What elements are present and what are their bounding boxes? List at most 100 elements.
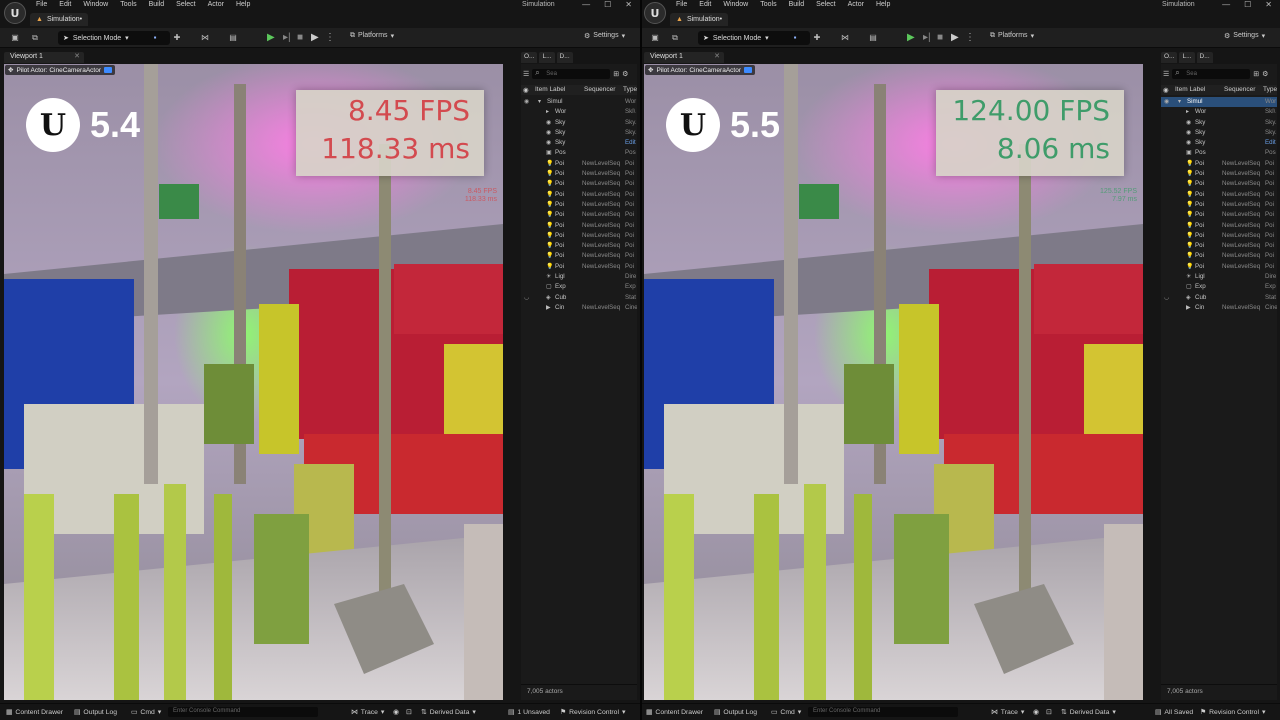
outliner-row[interactable]: 💡 Poi NewLevelSeq Poi [1161, 221, 1277, 231]
outliner-row[interactable]: ◉ Sky Sky. [1161, 118, 1277, 128]
save-status[interactable]: ▤ 1 Unsaved [508, 708, 550, 717]
outliner-row[interactable]: ◉ Sky Sky. [521, 118, 637, 128]
outliner-row[interactable]: 💡 Poi NewLevelSeq Poi [1161, 231, 1277, 241]
outliner-row[interactable]: 💡 Poi NewLevelSeq Poi [521, 262, 637, 272]
column-item-label[interactable]: Item Label [535, 86, 565, 93]
record-icon[interactable]: ◉ [1033, 708, 1039, 716]
outliner-row[interactable]: 💡 Poi NewLevelSeq Poi [521, 231, 637, 241]
outliner-row[interactable]: 💡 Poi NewLevelSeq Poi [1161, 251, 1277, 261]
menu-help[interactable]: Help [236, 1, 250, 8]
outliner-row[interactable]: ◡ ◈ Cub Stat [521, 293, 637, 303]
outliner-row[interactable]: ◉ Sky Edit [1161, 138, 1277, 148]
tab-details[interactable]: D... [556, 52, 573, 63]
camera-icon[interactable] [744, 67, 752, 73]
tab-outliner[interactable]: O... [521, 52, 538, 63]
outliner-row[interactable]: 💡 Poi NewLevelSeq Poi [521, 251, 637, 261]
play-icon[interactable]: ▶ [907, 32, 915, 43]
add-folder-icon[interactable]: ⊞ [1253, 70, 1259, 78]
menu-help[interactable]: Help [876, 1, 890, 8]
outliner-row[interactable]: 💡 Poi NewLevelSeq Poi [521, 221, 637, 231]
outliner-row[interactable]: ◉ Sky Sky. [521, 128, 637, 138]
outliner-row[interactable]: ☀ Ligl Dire [1161, 272, 1277, 282]
gear-icon[interactable]: ⚙ [622, 70, 628, 78]
step-icon[interactable]: ▸| [923, 32, 931, 43]
outliner-row[interactable]: 💡 Poi NewLevelSeq Poi [1161, 159, 1277, 169]
eye-icon[interactable]: ◉ [523, 86, 529, 94]
more-options-icon[interactable]: ⋮ [965, 32, 975, 43]
browse-icon[interactable]: ⧉ [30, 33, 40, 43]
column-sequencer[interactable]: Sequencer [1224, 86, 1255, 93]
step-icon[interactable]: ▸| [283, 32, 291, 43]
cmd-button[interactable]: ▭ Cmd ▾ [771, 708, 801, 717]
tab-outliner[interactable]: O... [1161, 52, 1178, 63]
column-sequencer[interactable]: Sequencer [584, 86, 615, 93]
play-options-icon[interactable]: ▶ [311, 32, 319, 43]
outliner-row[interactable]: 💡 Poi NewLevelSeq Poi [1161, 190, 1277, 200]
outliner-row[interactable]: 💡 Poi NewLevelSeq Poi [521, 210, 637, 220]
outliner-row[interactable]: 💡 Poi NewLevelSeq Poi [1161, 200, 1277, 210]
viewport-tab[interactable]: Viewport 1 ✕ [644, 52, 724, 63]
outliner-row[interactable]: ▶ Cin NewLevelSeq Cine [521, 303, 637, 313]
unreal-logo-icon[interactable]: U [644, 2, 666, 24]
blueprint-icon[interactable]: ⋈ [200, 33, 210, 43]
save-icon[interactable]: ▣ [10, 33, 20, 43]
tab-layers[interactable]: L... [539, 52, 555, 63]
browse-icon[interactable]: ⧉ [670, 33, 680, 43]
screenshot-icon[interactable]: ⊡ [1046, 708, 1052, 716]
menu-actor[interactable]: Actor [848, 1, 864, 8]
viewport[interactable]: ✥ Pilot Actor: CineCameraActor U 5.4 8.4… [4, 64, 503, 700]
outliner-row[interactable]: ▣ Pos Pos [1161, 148, 1277, 158]
outliner-row[interactable]: ▸ Wor Skl\ [521, 107, 637, 117]
platforms-button[interactable]: ⧉ Platforms ▾ [990, 32, 1034, 40]
close-icon[interactable]: ✕ [625, 0, 632, 9]
outliner-row[interactable]: 💡 Poi NewLevelSeq Poi [1161, 210, 1277, 220]
content-drawer-button[interactable]: ▦ Content Drawer [646, 708, 703, 717]
platforms-button[interactable]: ⧉ Platforms ▾ [350, 32, 394, 40]
search-input[interactable]: Sea [532, 68, 611, 79]
visibility-icon[interactable]: ◡ [1164, 294, 1169, 301]
settings-button[interactable]: ⚙ Settings ▾ [584, 32, 625, 40]
console-input[interactable]: Enter Console Command [168, 707, 318, 717]
maximize-icon[interactable]: ☐ [1244, 0, 1251, 9]
record-icon[interactable]: ◉ [393, 708, 399, 716]
close-icon[interactable]: ✕ [1265, 0, 1272, 9]
menu-edit[interactable]: Edit [59, 1, 71, 8]
settings-button[interactable]: ⚙ Settings ▾ [1224, 32, 1265, 40]
outliner-row[interactable]: 💡 Poi NewLevelSeq Poi [1161, 241, 1277, 251]
outliner-row[interactable]: 💡 Poi NewLevelSeq Poi [521, 241, 637, 251]
tab-layers[interactable]: L... [1179, 52, 1195, 63]
cmd-button[interactable]: ▭ Cmd ▾ [131, 708, 161, 717]
column-item-label[interactable]: Item Label [1175, 86, 1205, 93]
menu-tools[interactable]: Tools [120, 1, 136, 8]
more-options-icon[interactable]: ⋮ [325, 32, 335, 43]
menu-window[interactable]: Window [723, 1, 748, 8]
column-type[interactable]: Type [1263, 86, 1277, 93]
minimize-icon[interactable]: — [582, 0, 590, 9]
trace-button[interactable]: ⋈ Trace ▾ [351, 708, 384, 717]
unreal-logo-icon[interactable]: U [4, 2, 26, 24]
pilot-actor-bar[interactable]: ✥ Pilot Actor: CineCameraActor [645, 65, 755, 75]
outliner-row[interactable]: ▶ Cin NewLevelSeq Cine [1161, 303, 1277, 313]
save-icon[interactable]: ▣ [650, 33, 660, 43]
visibility-icon[interactable]: ◉ [524, 98, 529, 105]
tab-details[interactable]: D... [1196, 52, 1213, 63]
outliner-row[interactable]: ☀ Ligl Dire [521, 272, 637, 282]
outliner-row[interactable]: 💡 Poi NewLevelSeq Poi [521, 159, 637, 169]
outliner-row[interactable]: ◉ ▾ Simul Wor [1161, 97, 1277, 108]
derived-data-button[interactable]: ⇅ Derived Data ▾ [1061, 708, 1116, 717]
outliner-row[interactable]: ◉ ▾ Simul Wor [521, 97, 637, 107]
outliner-row[interactable]: ◡ ◈ Cub Stat [1161, 293, 1277, 303]
outliner-row[interactable]: ◉ Sky Sky. [1161, 128, 1277, 138]
output-log-button[interactable]: ▤ Output Log [714, 708, 757, 717]
outliner-row[interactable]: 💡 Poi NewLevelSeq Poi [521, 200, 637, 210]
visibility-icon[interactable]: ◡ [524, 294, 529, 301]
viewport-tab[interactable]: Viewport 1 ✕ [4, 52, 84, 63]
revision-control-button[interactable]: ⚑ Revision Control ▾ [560, 708, 625, 717]
outliner-row[interactable]: 💡 Poi NewLevelSeq Poi [521, 179, 637, 189]
outliner-row[interactable]: ◉ Sky Edit [521, 138, 637, 148]
menu-select[interactable]: Select [816, 1, 835, 8]
outliner-row[interactable]: ▢ Exp Exp [521, 282, 637, 292]
outliner-row[interactable]: 💡 Poi NewLevelSeq Poi [521, 190, 637, 200]
menu-window[interactable]: Window [83, 1, 108, 8]
viewport[interactable]: ✥ Pilot Actor: CineCameraActor U 5.5 124… [644, 64, 1143, 700]
